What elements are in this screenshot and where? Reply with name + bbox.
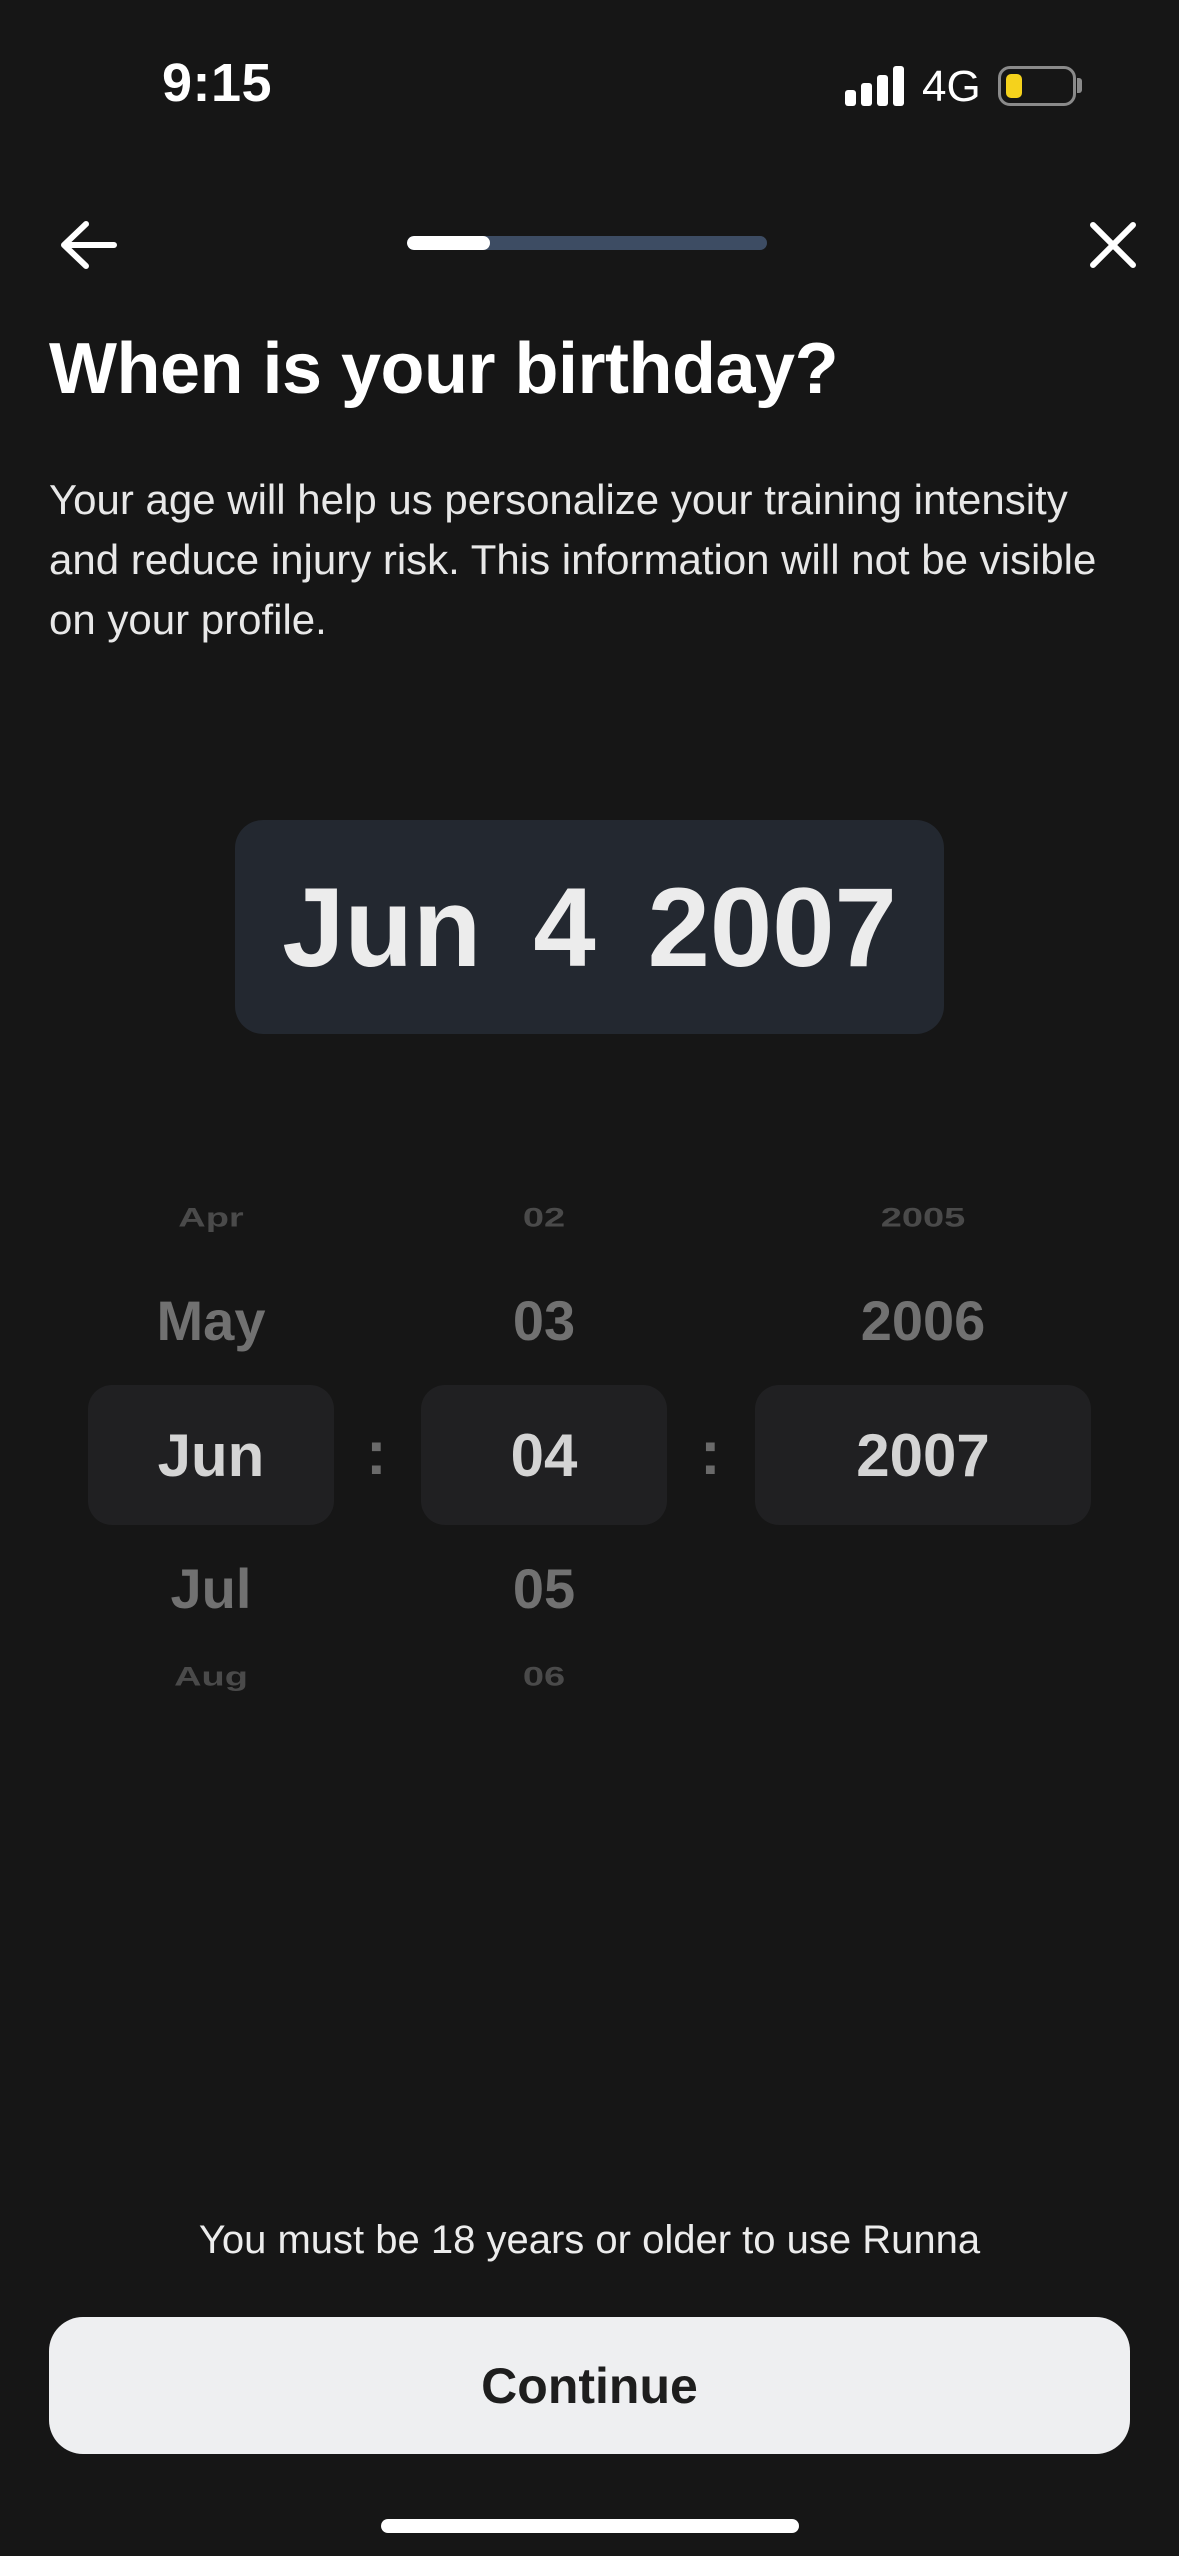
close-icon (1090, 222, 1136, 268)
progress-fill (407, 236, 490, 250)
day-option[interactable]: 06 (421, 1662, 667, 1692)
battery-level (1006, 74, 1022, 98)
arrow-left-icon (61, 221, 117, 269)
age-notice: You must be 18 years or older to use Run… (198, 2218, 981, 2262)
month-option[interactable]: Aug (88, 1662, 334, 1692)
month-picker-wheel[interactable]: Apr May Jul Aug (88, 1180, 334, 1720)
month-option[interactable]: Jul (88, 1556, 334, 1621)
page-title: When is your birthday? (49, 329, 839, 409)
battery-icon (998, 66, 1076, 106)
month-option[interactable]: May (88, 1288, 334, 1353)
selected-date-display: Jun 4 2007 (235, 820, 944, 1034)
picker-separator: : (366, 1419, 387, 1488)
page-description: Your age will help us personalize your t… (49, 476, 1097, 643)
day-option[interactable]: 03 (421, 1288, 667, 1353)
close-button[interactable] (1073, 205, 1153, 285)
back-button[interactable] (48, 205, 128, 285)
year-option[interactable]: 2006 (755, 1288, 1091, 1353)
day-picker-wheel[interactable]: 02 03 05 06 (421, 1180, 667, 1720)
year-picker-wheel[interactable]: 2005 2006 (755, 1180, 1091, 1720)
month-option[interactable]: Apr (88, 1203, 334, 1233)
signal-bars-icon (845, 66, 905, 106)
progress-bar (407, 236, 767, 250)
selected-month: Jun (282, 864, 482, 990)
network-type: 4G (922, 62, 981, 111)
year-option[interactable]: 2005 (755, 1203, 1091, 1233)
home-indicator[interactable] (381, 2519, 799, 2533)
selected-year: 2007 (647, 864, 897, 990)
day-option[interactable]: 05 (421, 1556, 667, 1621)
selected-day: 4 (533, 864, 596, 990)
battery-nub (1077, 78, 1082, 93)
day-option[interactable]: 02 (421, 1203, 667, 1233)
picker-separator: : (700, 1419, 721, 1488)
continue-button[interactable]: Continue (49, 2317, 1130, 2454)
status-time: 9:15 (162, 53, 273, 113)
